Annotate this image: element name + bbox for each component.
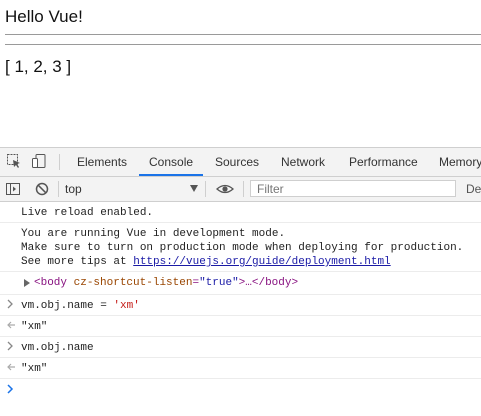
show-sidebar-icon[interactable] (5, 181, 21, 197)
console-message-text: Live reload enabled. (21, 207, 154, 219)
log-levels-dropdown[interactable]: De (466, 177, 481, 201)
expand-triangle-icon[interactable] (23, 278, 31, 292)
console-result-entry: "xm" (0, 316, 481, 337)
context-dropdown-icon[interactable] (190, 185, 198, 192)
console-toolbar: top De (0, 177, 481, 202)
console-message: You are running Vue in development mode.… (0, 223, 481, 272)
console-message: <body cz-shortcut-listen="true">…</body> (0, 272, 481, 295)
tag-name: <body (34, 277, 68, 289)
console-result-text: "xm" (21, 321, 48, 333)
separator (59, 154, 60, 170)
devtools-tab-bar: Elements Console Sources Network Perform… (0, 148, 481, 177)
console-message-text: See more tips at (21, 256, 134, 268)
context-selector[interactable]: top (65, 177, 82, 201)
tab-sources[interactable]: Sources (215, 148, 259, 176)
tab-performance[interactable]: Performance (349, 148, 418, 176)
tab-elements[interactable]: Elements (77, 148, 127, 176)
body-element-node[interactable]: <body cz-shortcut-listen="true">…</body> (34, 276, 298, 290)
console-message-text: See more tips at https://vuejs.org/guide… (21, 255, 391, 269)
divider (5, 44, 481, 45)
code-text: vm.obj.name = (21, 300, 114, 312)
console-input-text: vm.obj.name (21, 342, 94, 354)
attribute-name: cz-shortcut-listen (73, 277, 193, 289)
tab-network[interactable]: Network (281, 148, 325, 176)
separator (58, 181, 59, 197)
console-prompt-input[interactable] (0, 379, 481, 403)
devtools-panel: Elements Console Sources Network Perform… (0, 147, 481, 416)
input-chevron-icon (6, 299, 16, 313)
console-input-entry: vm.obj.name = 'xm' (0, 295, 481, 316)
tab-console[interactable]: Console (138, 148, 204, 176)
clear-console-icon[interactable] (34, 181, 50, 197)
attribute-value: "true" (199, 277, 239, 289)
result-arrow-icon (6, 362, 16, 376)
deployment-link[interactable]: https://vuejs.org/guide/deployment.html (133, 256, 390, 268)
page-heading: Hello Vue! (5, 7, 83, 26)
tag-rest: >…</body> (238, 277, 299, 289)
console-message-text: You are running Vue in development mode. (21, 228, 286, 240)
console-message: Live reload enabled. (0, 202, 481, 223)
separator (205, 181, 206, 197)
console-result-entry: "xm" (0, 358, 481, 379)
array-output: [ 1, 2, 3 ] (5, 57, 72, 76)
console-input-text: vm.obj.name = 'xm' (21, 299, 140, 313)
console-message-text: Make sure to turn on production mode whe… (21, 242, 464, 254)
console-result-text: "xm" (21, 363, 48, 375)
divider (5, 34, 481, 35)
live-expression-eye-icon[interactable] (216, 181, 234, 197)
result-arrow-icon (6, 320, 16, 334)
console-input-entry: vm.obj.name (0, 337, 481, 358)
device-toolbar-icon[interactable] (31, 153, 47, 169)
vue-app-page: Hello Vue! [ 1, 2, 3 ] (0, 0, 481, 147)
console-output: Live reload enabled. You are running Vue… (0, 202, 481, 416)
tab-memory[interactable]: Memory (439, 148, 481, 176)
inspect-element-icon[interactable] (6, 153, 22, 169)
filter-input[interactable] (250, 180, 456, 197)
string-literal: 'xm' (113, 300, 140, 312)
separator (243, 181, 244, 197)
prompt-chevron-icon (6, 384, 16, 398)
input-chevron-icon (6, 341, 16, 355)
